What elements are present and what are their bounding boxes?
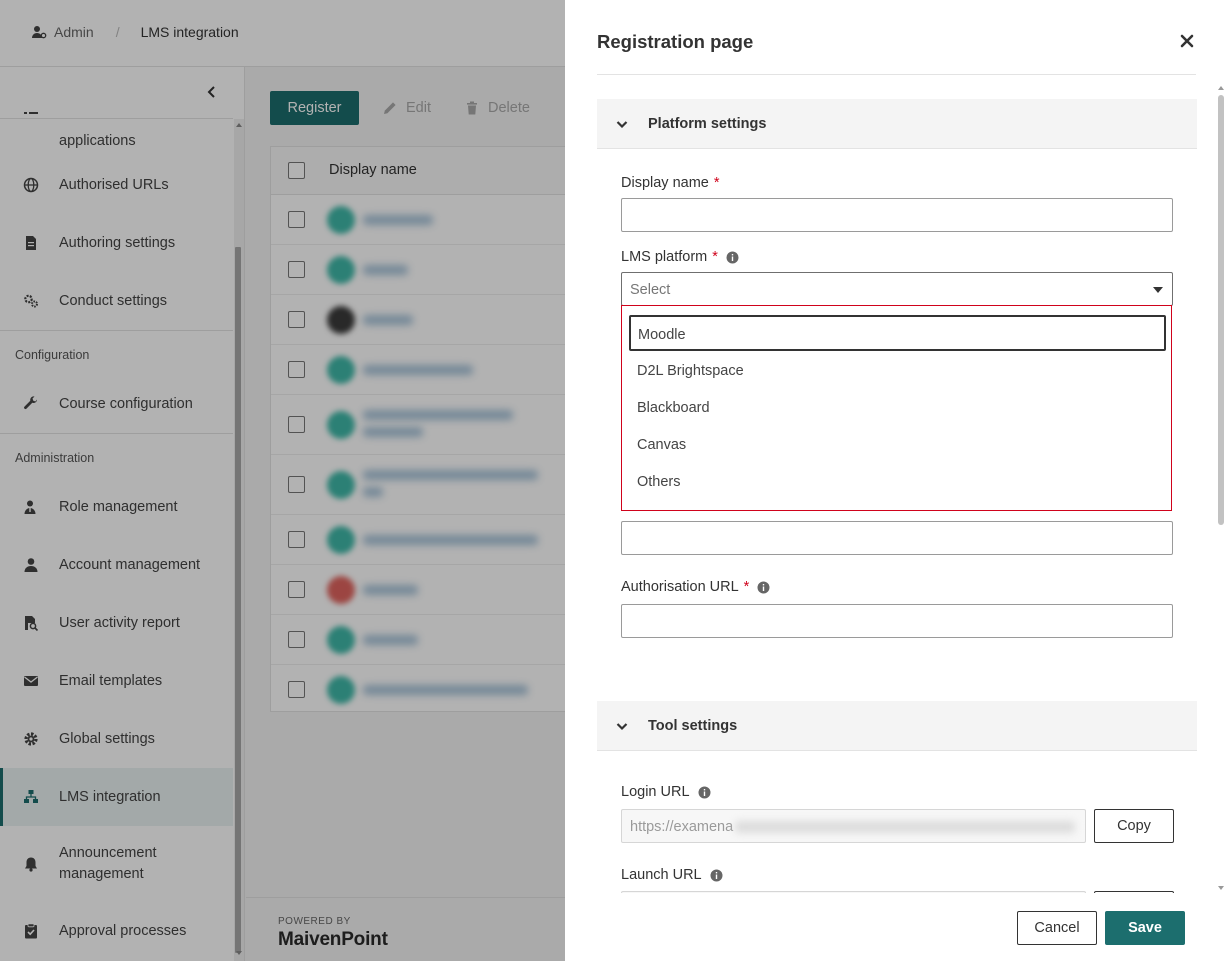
drawer-title: Registration page [597,31,754,52]
lms-platform-label: LMS platform * [621,249,739,265]
drawer-scrollbar-thumb[interactable] [1218,95,1224,525]
scroll-down-icon[interactable] [1218,886,1224,890]
chevron-down-icon [616,120,628,128]
lms-platform-select[interactable]: Select [621,272,1173,306]
info-icon[interactable] [757,581,770,594]
info-icon[interactable] [710,869,723,882]
scroll-up-icon[interactable] [1218,86,1224,90]
label-text: Launch URL [621,867,702,883]
required-marker: * [712,249,718,265]
display-name-label: Display name * [621,175,720,191]
info-icon[interactable] [726,251,739,264]
platform-settings-header[interactable]: Platform settings [597,99,1197,149]
copy-login-url-button[interactable]: Copy [1094,809,1174,843]
launch-url-label: Launch URL [621,867,723,883]
authorisation-url-input[interactable] [621,604,1173,638]
lms-platform-dropdown: Moodle D2L Brightspace Blackboard Canvas… [621,305,1172,511]
option-others[interactable]: Others [637,474,681,490]
modal-backdrop[interactable] [0,0,565,961]
label-text: Authorisation URL [621,579,739,595]
option-d2l-brightspace[interactable]: D2L Brightspace [637,363,744,379]
login-url-label: Login URL [621,784,711,800]
drawer-footer: Cancel Save [565,893,1229,961]
option-canvas[interactable]: Canvas [637,437,686,453]
required-marker: * [713,175,720,191]
tool-settings-header[interactable]: Tool settings [597,701,1197,751]
login-url-value: https://examena [630,819,734,835]
caret-down-icon [1153,287,1163,293]
section-title: Platform settings [648,115,767,132]
save-button[interactable]: Save [1105,911,1185,945]
platform-field-input[interactable] [621,521,1173,555]
authorisation-url-label: Authorisation URL * [621,579,770,595]
required-marker: * [743,579,750,595]
redacted-url [735,821,1075,833]
select-placeholder: Select [630,282,671,298]
option-moodle[interactable]: Moodle [629,315,1166,351]
section-title: Tool settings [648,717,738,734]
label-text: Login URL [621,784,690,800]
label-text: LMS platform [621,249,708,265]
close-icon[interactable] [1178,32,1196,50]
chevron-down-icon [616,722,628,730]
drawer-header-divider [597,74,1196,75]
registration-drawer: Registration page Platform settings Disp… [565,0,1229,961]
login-url-field[interactable]: https://examena [621,809,1086,843]
option-blackboard[interactable]: Blackboard [637,400,710,416]
info-icon[interactable] [698,786,711,799]
label-text: Display name [621,175,709,191]
display-name-input[interactable] [621,198,1173,232]
cancel-button[interactable]: Cancel [1017,911,1097,945]
